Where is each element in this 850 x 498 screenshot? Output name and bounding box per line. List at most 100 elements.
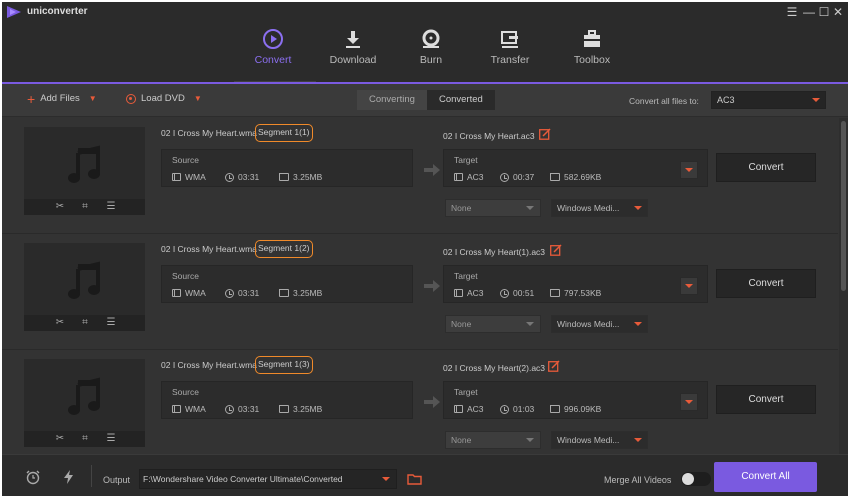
arrow-right-icon — [424, 396, 440, 408]
edit-icon[interactable] — [548, 360, 560, 372]
file-list: ✂ ⌗ ☰ 02 I Cross My Heart.wma Segment 1(… — [2, 118, 838, 454]
trim-icon[interactable]: ✂ — [54, 317, 66, 329]
thumbnail: ✂ ⌗ ☰ — [24, 243, 145, 331]
crop-icon[interactable]: ⌗ — [79, 433, 91, 445]
audio-track-select[interactable]: Windows Medi... — [551, 199, 648, 217]
tab-convert[interactable]: Convert — [234, 22, 312, 84]
convert-all-button[interactable]: Convert All — [714, 462, 817, 492]
audio-track-select[interactable]: Windows Medi... — [551, 431, 648, 449]
close-icon[interactable]: ✕ — [831, 4, 845, 20]
tab-toolbox[interactable]: Toolbox — [553, 22, 631, 84]
chevron-down-icon — [634, 438, 642, 442]
load-dvd-button[interactable]: Load DVD ▼ — [126, 93, 202, 104]
chevron-down-icon — [685, 400, 693, 404]
convert-button[interactable]: Convert — [716, 385, 816, 414]
subtitle-select[interactable]: None — [445, 431, 541, 449]
folder-icon — [550, 289, 560, 297]
source-file-name: 02 I Cross My Heart.wma — [161, 244, 257, 254]
thumbnail: ✂ ⌗ ☰ — [24, 359, 145, 447]
target-title: Target — [454, 155, 478, 165]
folder-icon — [279, 405, 289, 413]
chevron-down-icon — [634, 322, 642, 326]
chevron-down-icon — [634, 206, 642, 210]
tab-burn-label: Burn — [419, 54, 443, 66]
effects-icon[interactable]: ☰ — [105, 201, 117, 213]
subtitle-value: None — [451, 435, 472, 445]
transfer-icon — [501, 31, 518, 48]
chevron-down-icon — [526, 206, 534, 210]
thumbnail-tools: ✂ ⌗ ☰ — [24, 431, 145, 447]
crop-icon[interactable]: ⌗ — [79, 201, 91, 213]
crop-icon[interactable]: ⌗ — [79, 317, 91, 329]
clock-icon — [225, 172, 234, 182]
target-format-dropdown[interactable] — [680, 161, 698, 179]
tab-converted[interactable]: Converted — [427, 90, 495, 110]
output-path-value: F:\Wondershare Video Converter Ultimate\… — [143, 474, 343, 484]
source-info: Source WMA 03:31 3.25MB — [161, 381, 413, 419]
source-duration-value: 03:31 — [238, 288, 260, 298]
maximize-icon[interactable]: ☐ — [817, 4, 831, 20]
target-format-value: AC3 — [467, 404, 484, 414]
convert-all-to-label: Convert all files to: — [629, 96, 699, 106]
chevron-down-icon[interactable]: ▼ — [89, 94, 97, 103]
source-size: 3.25MB — [279, 404, 322, 414]
source-file-name: 02 I Cross My Heart.wma — [161, 128, 257, 138]
convert-button[interactable]: Convert — [716, 153, 816, 182]
app-window: uniconverter ☰ — ☐ ✕ Convert Download Bu… — [2, 2, 848, 496]
tab-burn[interactable]: Burn — [392, 22, 470, 84]
film-icon — [454, 405, 463, 413]
convert-icon — [263, 29, 283, 49]
add-files-label: Add Files — [40, 93, 80, 104]
target-duration-value: 00:51 — [513, 288, 535, 298]
target-title: Target — [454, 387, 478, 397]
folder-icon[interactable] — [407, 471, 423, 487]
target-duration: 01:03 — [500, 404, 534, 414]
convert-all-format-select[interactable]: AC3 — [711, 91, 826, 109]
folder-icon — [279, 173, 289, 181]
subtitle-select[interactable]: None — [445, 199, 541, 217]
audio-track-select[interactable]: Windows Medi... — [551, 315, 648, 333]
source-size: 3.25MB — [279, 172, 322, 182]
tab-transfer[interactable]: Transfer — [471, 22, 549, 84]
source-size-value: 3.25MB — [293, 288, 323, 298]
title-bar: uniconverter ☰ — ☐ ✕ — [2, 2, 848, 22]
merge-all-toggle[interactable] — [681, 472, 711, 486]
tab-download[interactable]: Download — [314, 22, 392, 84]
target-file-name: 02 I Cross My Heart(1).ac3 — [443, 247, 546, 257]
target-duration-value: 00:37 — [513, 172, 535, 182]
effects-icon[interactable]: ☰ — [105, 317, 117, 329]
add-files-button[interactable]: + Add Files ▼ — [27, 92, 97, 106]
edit-icon[interactable] — [550, 244, 562, 256]
scrollbar[interactable] — [839, 118, 848, 454]
convert-button[interactable]: Convert — [716, 269, 816, 298]
target-file-name: 02 I Cross My Heart.ac3 — [443, 131, 535, 141]
alarm-clock-icon[interactable] — [25, 469, 41, 485]
folder-icon — [550, 405, 560, 413]
clock-icon — [500, 404, 509, 414]
lightning-icon[interactable] — [61, 469, 77, 485]
target-format-dropdown[interactable] — [680, 277, 698, 295]
effects-icon[interactable]: ☰ — [105, 433, 117, 445]
scrollbar-thumb[interactable] — [841, 121, 846, 291]
trim-icon[interactable]: ✂ — [54, 201, 66, 213]
trim-icon[interactable]: ✂ — [54, 433, 66, 445]
minimize-icon[interactable]: — — [802, 4, 816, 20]
target-format-dropdown[interactable] — [680, 393, 698, 411]
output-path-select[interactable]: F:\Wondershare Video Converter Ultimate\… — [139, 469, 397, 489]
source-format: WMA — [172, 288, 206, 298]
target-info: Target AC3 00:37 582.69KB — [443, 149, 708, 187]
footer: Output F:\Wondershare Video Converter Ul… — [2, 454, 848, 496]
edit-icon[interactable] — [539, 128, 551, 140]
tab-converting[interactable]: Converting — [357, 90, 427, 110]
chevron-down-icon[interactable]: ▼ — [194, 94, 202, 103]
footer-divider — [91, 465, 92, 487]
chevron-down-icon — [382, 477, 390, 481]
thumbnail-tools: ✂ ⌗ ☰ — [24, 315, 145, 331]
subtitle-select[interactable]: None — [445, 315, 541, 333]
thumbnail: ✂ ⌗ ☰ — [24, 127, 145, 215]
source-duration: 03:31 — [225, 404, 259, 414]
source-format-value: WMA — [185, 404, 206, 414]
target-format: AC3 — [454, 172, 484, 182]
menu-icon[interactable]: ☰ — [785, 4, 799, 20]
source-duration-value: 03:31 — [238, 404, 260, 414]
